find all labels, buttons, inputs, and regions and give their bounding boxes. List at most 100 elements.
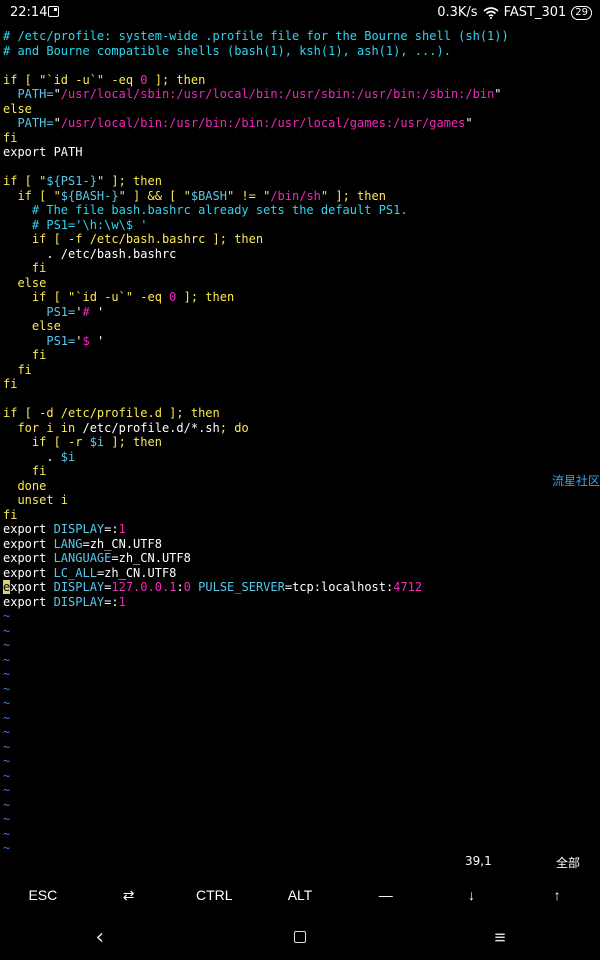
code-line: if [ "`id -u`" -eq 0 ]; then — [3, 73, 600, 88]
empty-line-marker: ~ — [3, 841, 11, 855]
code-line: else — [3, 102, 600, 117]
tab-key[interactable]: ⇄ — [86, 878, 172, 912]
code-line: PATH="/usr/local/bin:/usr/bin:/bin:/usr/… — [3, 116, 600, 131]
code-line: else — [3, 276, 600, 291]
recents-button[interactable]: ≡ — [400, 918, 600, 956]
code-line: done — [3, 479, 600, 494]
code-token: export — [3, 565, 54, 580]
code-token: if [ " — [3, 174, 47, 188]
code-line: for i in /etc/profile.d/*.sh; do — [3, 421, 600, 436]
code-token: =tcp:localhost: — [284, 580, 394, 594]
code-token: PS1= — [3, 304, 76, 319]
code-line: export DISPLAY=:1 — [3, 522, 600, 537]
code-token: PATH= — [3, 116, 54, 130]
home-button[interactable] — [200, 918, 400, 956]
code-token: fi — [3, 377, 18, 391]
empty-line-marker: ~ — [3, 754, 11, 768]
code-line: PS1='$ ' — [3, 334, 600, 349]
view-indicator: 全部 — [556, 856, 581, 870]
code-token: if [ "`id -u`" -eq — [3, 72, 141, 87]
code-token: else — [3, 275, 47, 290]
code-line: . $i — [3, 450, 600, 465]
code-token: export — [3, 551, 54, 565]
network-speed: 0.3K/s — [437, 5, 478, 20]
code-token: ${PS1-} — [46, 174, 97, 188]
code-token: if [ -r — [3, 435, 90, 449]
code-line: fi — [3, 377, 600, 392]
code-line: # /etc/profile: system-wide .profile fil… — [3, 29, 600, 44]
vim-editor[interactable]: # /etc/profile: system-wide .profile fil… — [3, 29, 600, 856]
code-token: export — [3, 536, 54, 551]
code-token: else — [3, 319, 61, 333]
code-line: if [ -d /etc/profile.d ]; then — [3, 406, 600, 421]
empty-line-marker: ~ — [3, 667, 11, 681]
menu-icon: ≡ — [494, 926, 506, 948]
code-token: " — [465, 116, 473, 130]
code-line: export DISPLAY=:1 — [3, 595, 600, 610]
status-right: 0.3K/s FAST_301 29 — [437, 5, 592, 20]
alt-key[interactable]: ALT — [257, 878, 343, 912]
code-line: unset i — [3, 493, 600, 508]
code-token: " — [53, 116, 61, 130]
code-line: # The file bash.bashrc already sets the … — [3, 203, 600, 218]
status-time: 22:14 — [10, 5, 48, 20]
code-token: $i — [89, 435, 105, 449]
code-token: : — [176, 580, 184, 594]
wifi-name: FAST_301 — [503, 5, 567, 20]
code-token: DISPLAY — [53, 580, 105, 594]
code-token: $ — [82, 333, 97, 348]
code-token: done — [3, 478, 47, 493]
code-line: fi — [3, 464, 600, 479]
status-bar: 22:14 0.3K/s FAST_301 29 — [0, 0, 600, 26]
code-token: else — [3, 101, 32, 116]
code-token: # and Bourne compatible shells (bash(1),… — [3, 43, 451, 58]
code-token: ${BASH-} — [60, 188, 119, 203]
code-token: # /etc/profile: system-wide .profile fil… — [3, 29, 509, 43]
code-token: if [ -d /etc/profile.d ]; then — [3, 406, 220, 420]
code-token: fi — [3, 348, 47, 362]
empty-line-marker: ~ — [3, 783, 11, 797]
code-line: fi — [3, 131, 600, 146]
code-line: PATH="/usr/local/sbin:/usr/local/bin:/us… — [3, 87, 600, 102]
empty-line-marker: ~ — [3, 739, 11, 754]
code-line: fi — [3, 508, 600, 523]
code-line: export LANG=zh_CN.UTF8 — [3, 537, 600, 552]
code-line: fi — [3, 348, 600, 363]
back-button[interactable]: ‹ — [0, 918, 200, 956]
code-token: LANGUAGE — [53, 551, 112, 565]
code-token: " — [494, 87, 502, 101]
code-token: export — [3, 522, 54, 536]
code-line: if [ "`id -u`" -eq 0 ]; then — [3, 290, 600, 305]
code-token: unset i — [3, 493, 69, 507]
code-token: PS1= — [3, 333, 76, 348]
code-token: ]; then — [104, 435, 162, 449]
arrow-down-key[interactable]: ↓ — [429, 878, 515, 912]
ctrl-key[interactable]: CTRL — [171, 878, 257, 912]
code-token: export PATH — [3, 145, 83, 159]
code-line: fi — [3, 363, 600, 378]
back-icon: ‹ — [93, 924, 107, 950]
empty-line-marker: ~ — [3, 638, 11, 652]
code-token: 4712 — [393, 580, 423, 594]
empty-line-marker: ~ — [3, 797, 11, 812]
code-token: 1 — [118, 594, 126, 609]
battery-level: 29 — [575, 6, 588, 18]
code-token: /usr/local/bin:/usr/bin:/bin:/usr/local/… — [60, 116, 466, 130]
arrow-up-key[interactable]: ↑ — [514, 878, 600, 912]
empty-line-marker: ~ — [3, 812, 11, 826]
code-token: LC_ALL — [53, 565, 97, 580]
code-token: DISPLAY — [53, 594, 105, 609]
empty-line-marker: ~ — [3, 710, 11, 725]
code-line: export LANGUAGE=zh_CN.UTF8 — [3, 551, 600, 566]
code-token: " ] && [ " — [118, 188, 191, 203]
code-token: ; do — [219, 420, 249, 435]
empty-line-marker: ~ — [3, 623, 11, 638]
empty-line-marker: ~ — [3, 768, 11, 783]
home-icon — [294, 931, 306, 943]
code-token: ' — [96, 333, 105, 348]
empty-line-marker: ~ — [3, 826, 11, 841]
dash-key[interactable]: — — [343, 878, 429, 912]
code-token: 0 — [183, 580, 191, 594]
esc-key[interactable]: ESC — [0, 878, 86, 912]
